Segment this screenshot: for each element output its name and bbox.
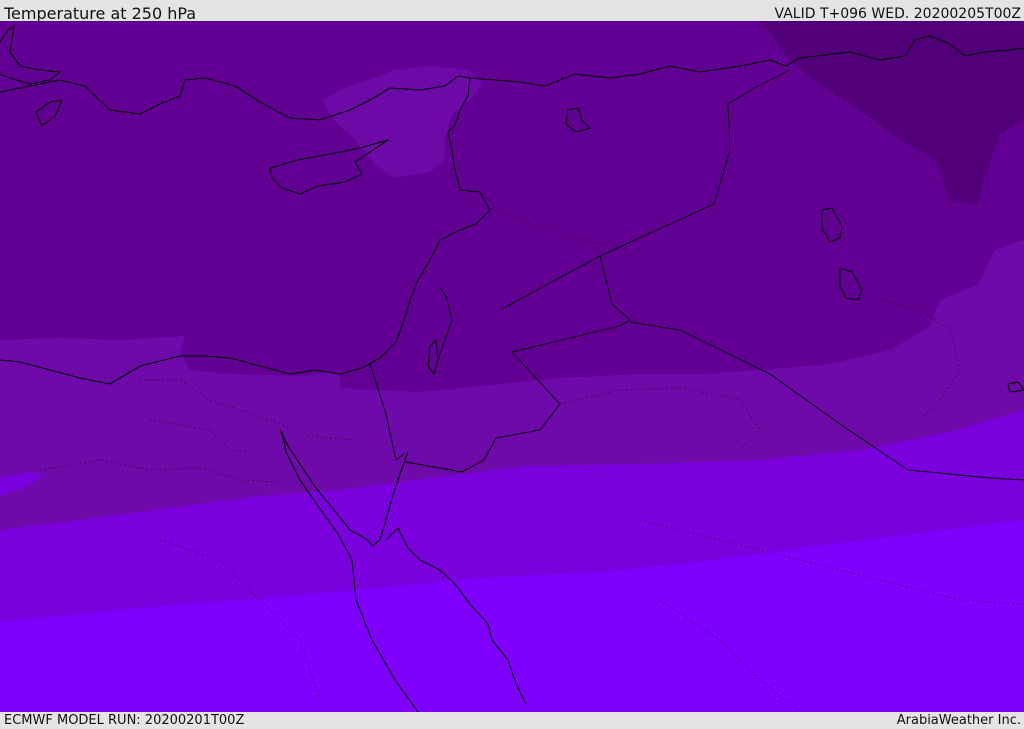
brand-label: ArabiaWeather Inc. bbox=[896, 713, 1021, 728]
model-run-label: ECMWF MODEL RUN: 20200201T00Z bbox=[4, 713, 245, 728]
weather-map bbox=[0, 21, 1024, 712]
